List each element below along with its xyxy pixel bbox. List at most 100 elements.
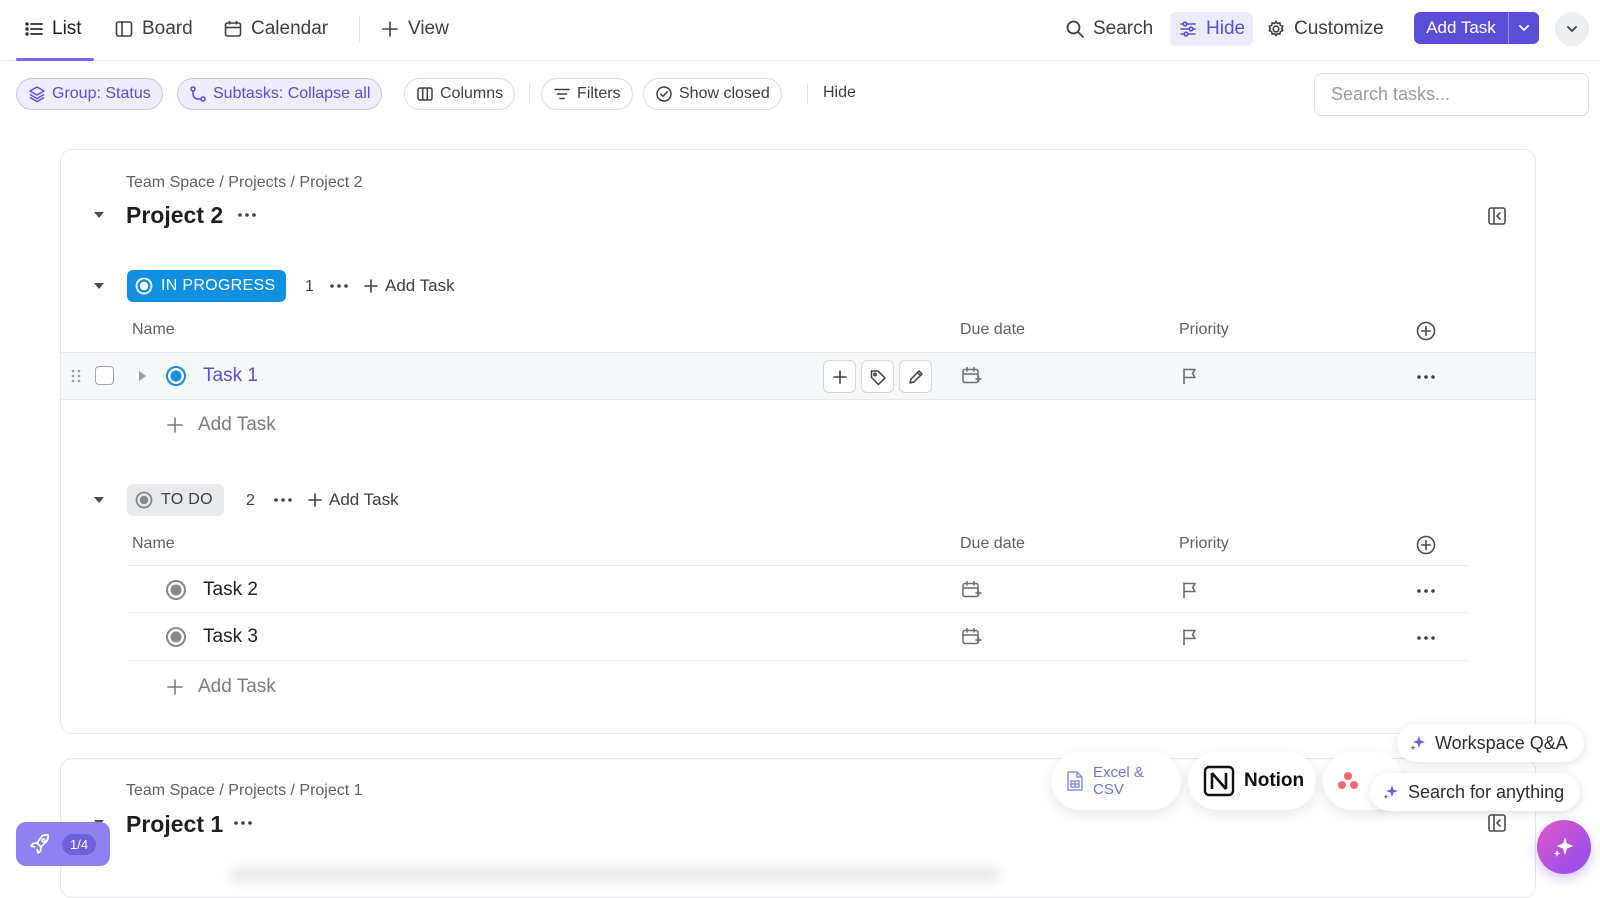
task-checkbox[interactable] [95, 366, 114, 385]
import-notion-button[interactable]: Notion [1188, 752, 1316, 810]
group-by-label: Group: Status [52, 85, 151, 102]
subtasks-chip[interactable]: Subtasks: Collapse all [177, 78, 383, 110]
rename-task-button[interactable] [899, 360, 932, 393]
calendar-add-icon[interactable] [960, 626, 982, 648]
add-tag-button[interactable] [861, 360, 894, 393]
status-label: IN PROGRESS [161, 277, 276, 294]
group-add-task-button[interactable]: Add Task [363, 276, 455, 296]
more-horizontal-icon[interactable] [1415, 627, 1437, 649]
flag-icon[interactable] [1180, 580, 1200, 600]
sliders-icon [1178, 19, 1198, 39]
sparkle-icon [1382, 783, 1400, 801]
task-name[interactable]: Task 1 [203, 365, 258, 387]
add-task-row-label: Add Task [198, 676, 276, 697]
calendar-icon [223, 19, 243, 39]
show-closed-chip[interactable]: Show closed [643, 78, 782, 110]
more-horizontal-icon[interactable] [232, 812, 254, 834]
search-anything-button[interactable]: Search for anything [1370, 773, 1581, 811]
group-add-task-label: Add Task [329, 490, 399, 509]
rocket-icon [28, 832, 52, 856]
column-header-priority[interactable]: Priority [1179, 535, 1229, 553]
onboarding-progress-button[interactable]: 1/4 [16, 822, 110, 866]
column-header-priority[interactable]: Priority [1179, 321, 1229, 339]
more-horizontal-icon[interactable] [1415, 580, 1437, 602]
show-closed-label: Show closed [679, 85, 770, 102]
import-excel-label: Excel & CSV [1093, 764, 1144, 798]
filters-chip[interactable]: Filters [541, 78, 633, 110]
calendar-add-icon[interactable] [960, 579, 982, 601]
tab-calendar[interactable]: Calendar [223, 14, 328, 44]
chevron-down-icon [1565, 22, 1579, 36]
asana-logo-icon [1337, 771, 1359, 791]
flag-icon[interactable] [1180, 627, 1200, 647]
add-column-icon[interactable] [1415, 320, 1437, 342]
add-task-row-label: Add Task [198, 414, 276, 435]
add-task-button[interactable]: Add Task [1414, 12, 1539, 44]
breadcrumb[interactable]: Team Space / Projects / Project 2 [126, 174, 363, 192]
column-header-name[interactable]: Name [132, 321, 175, 339]
table-row[interactable] [127, 566, 1469, 612]
filter-icon [553, 85, 571, 103]
group-add-task-button[interactable]: Add Task [307, 490, 399, 510]
table-row[interactable] [61, 353, 1535, 399]
more-horizontal-icon[interactable] [328, 275, 350, 297]
more-horizontal-icon[interactable] [1415, 366, 1437, 388]
customize-button[interactable]: Customize [1266, 12, 1384, 46]
collapse-caret-icon[interactable] [92, 208, 106, 222]
add-task-dropdown[interactable] [1509, 12, 1539, 44]
task-name[interactable]: Task 3 [203, 626, 258, 648]
group-add-task-label: Add Task [385, 276, 455, 295]
flag-icon[interactable] [1180, 366, 1200, 386]
more-options-button[interactable] [1555, 12, 1589, 46]
column-header-due-date[interactable]: Due date [960, 321, 1025, 339]
table-row[interactable] [127, 613, 1469, 659]
workspace-qa-button[interactable]: Workspace Q&A [1397, 724, 1584, 762]
subtask-icon [189, 85, 207, 103]
chevron-down-icon [1517, 21, 1531, 35]
tab-list[interactable]: List [24, 14, 82, 44]
filter-divider [529, 84, 530, 104]
tab-board-label: Board [142, 18, 193, 39]
status-to-do-icon[interactable] [165, 579, 187, 601]
gear-icon [1266, 19, 1286, 39]
tab-board[interactable]: Board [114, 14, 193, 44]
add-view-button[interactable]: View [380, 14, 449, 44]
add-subtask-button[interactable] [823, 360, 856, 393]
status-to-do-icon[interactable] [165, 626, 187, 648]
status-badge-to-do[interactable]: TO DO [127, 484, 224, 516]
hide-columns-button[interactable]: Hide [823, 84, 856, 102]
column-header-name[interactable]: Name [132, 535, 175, 553]
search-tasks-input[interactable] [1314, 73, 1589, 116]
search-button[interactable]: Search [1065, 12, 1153, 46]
task-name[interactable]: Task 2 [203, 579, 258, 601]
calendar-add-icon[interactable] [960, 365, 982, 387]
column-header-due-date[interactable]: Due date [960, 535, 1025, 553]
add-task-row[interactable]: Add Task [166, 414, 276, 436]
project-title[interactable]: Project 1 [126, 811, 223, 838]
columns-chip[interactable]: Columns [404, 78, 516, 110]
drag-handle-icon[interactable] [70, 368, 82, 384]
ai-assistant-button[interactable] [1537, 820, 1591, 874]
status-badge-in-progress[interactable]: IN PROGRESS [127, 270, 287, 302]
add-column-icon[interactable] [1415, 534, 1437, 556]
group-by-chip[interactable]: Group: Status [16, 78, 163, 110]
plus-icon [832, 369, 847, 384]
collapse-caret-icon[interactable] [92, 493, 106, 507]
add-task-row[interactable]: Add Task [166, 676, 276, 698]
status-in-progress-icon[interactable] [165, 365, 187, 387]
more-horizontal-icon[interactable] [236, 204, 258, 226]
more-horizontal-icon[interactable] [272, 489, 294, 511]
hide-button[interactable]: Hide [1170, 12, 1254, 46]
import-excel-csv-button[interactable]: Excel & CSV [1051, 752, 1181, 810]
collapse-caret-icon[interactable] [92, 279, 106, 293]
sidebar-toggle-icon[interactable] [1486, 812, 1508, 834]
workspace-qa-label: Workspace Q&A [1435, 732, 1568, 753]
list-icon [24, 19, 44, 39]
project-title[interactable]: Project 2 [126, 202, 223, 229]
board-icon [114, 19, 134, 39]
onboarding-progress-badge: 1/4 [62, 833, 97, 855]
expand-caret-icon[interactable] [136, 369, 148, 383]
sidebar-toggle-icon[interactable] [1486, 205, 1508, 227]
breadcrumb[interactable]: Team Space / Projects / Project 1 [126, 782, 363, 800]
search-icon [1065, 19, 1085, 39]
